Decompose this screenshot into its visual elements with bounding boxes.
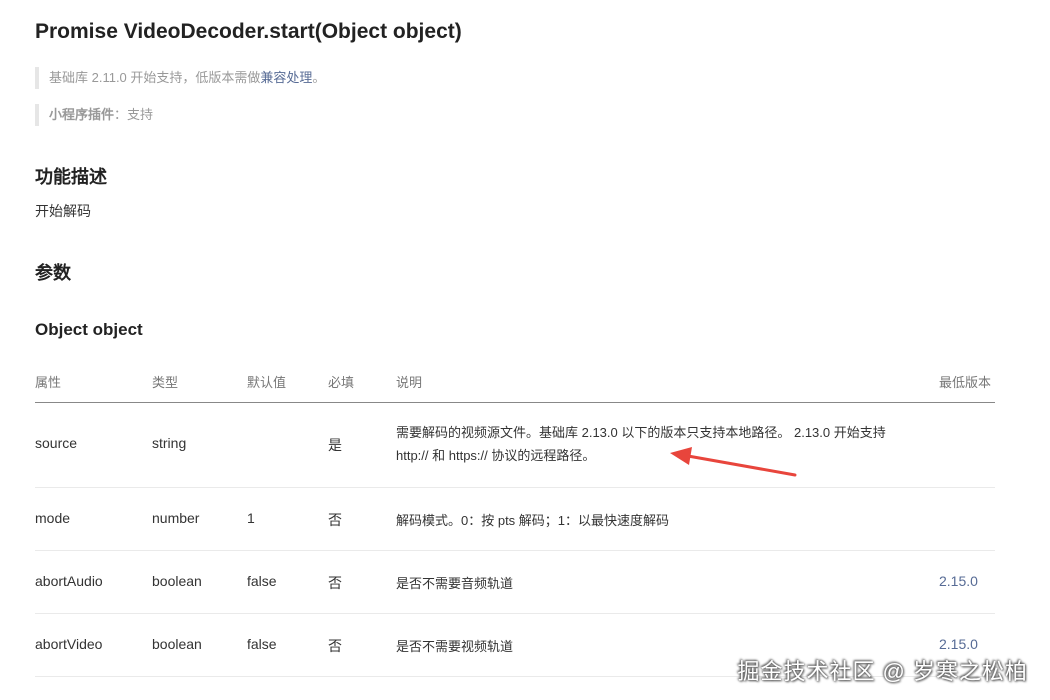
annotation-arrow-icon: [670, 447, 797, 477]
watermark-text: 掘金技术社区 @ 岁寒之松柏: [737, 659, 1028, 684]
